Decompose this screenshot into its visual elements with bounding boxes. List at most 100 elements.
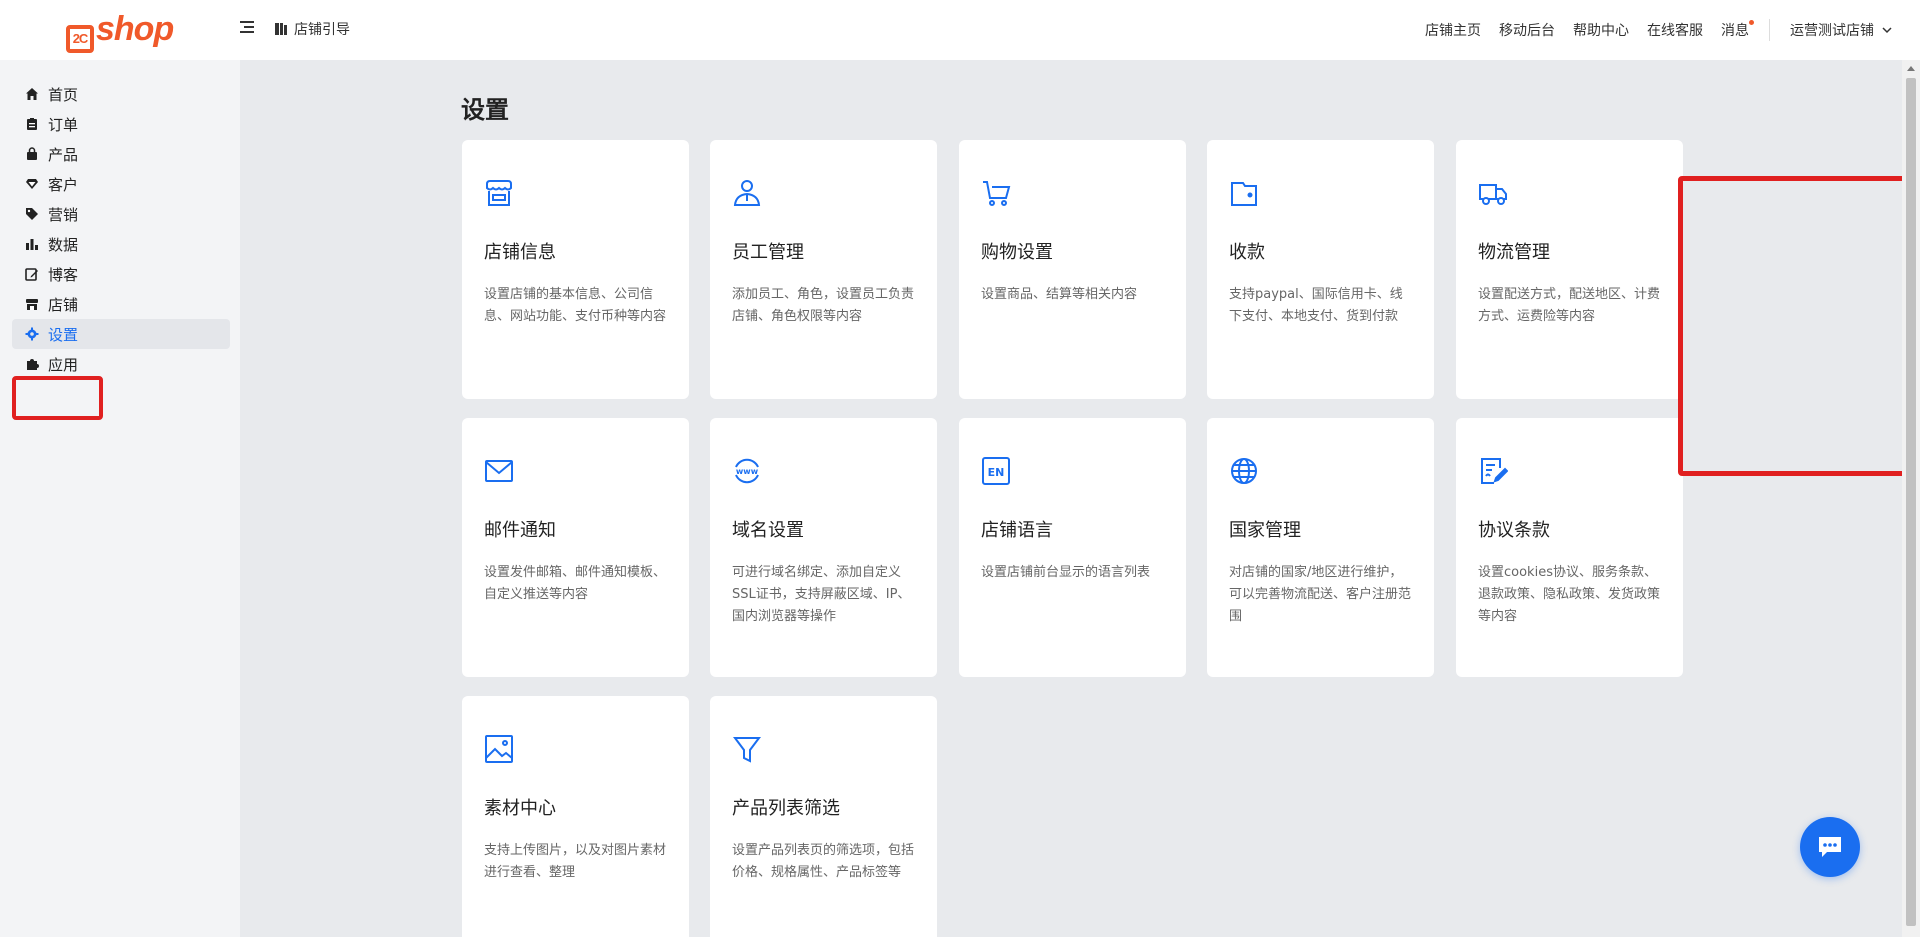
top-nav: 店铺主页 移动后台 帮助中心 在线客服 消息 运营测试店铺: [1407, 19, 1892, 41]
tag-icon: [26, 208, 38, 220]
card-title: 协议条款: [1478, 520, 1550, 541]
card-desc: 对店铺的国家/地区进行维护，可以完善物流配送、客户注册范围: [1229, 565, 1412, 624]
nav-store-home[interactable]: 店铺主页: [1425, 20, 1481, 40]
messages-label: 消息: [1721, 23, 1749, 39]
store-guide-link[interactable]: 店铺引导: [274, 19, 350, 39]
nav-messages[interactable]: 消息: [1721, 20, 1754, 40]
chat-bubble-icon: [1819, 837, 1841, 857]
logo[interactable]: 2C shop: [66, 10, 174, 53]
scrollbar-thumb[interactable]: [1906, 78, 1916, 926]
logo-bag-icon: 2C: [66, 25, 94, 53]
card-desc: 支持上传图片，以及对图片素材进行查看、整理: [484, 843, 667, 880]
language-en-icon: EN: [982, 457, 1010, 485]
card-title: 店铺语言: [981, 520, 1053, 541]
mail-icon: [485, 460, 513, 482]
bar-chart-icon: [26, 239, 38, 250]
logo-text: shop: [96, 10, 174, 48]
card-title: 店铺信息: [484, 242, 556, 263]
card-media[interactable]: 素材中心 支持上传图片，以及对图片素材进行查看、整理: [462, 696, 689, 937]
storefront-icon: [486, 180, 512, 206]
sidebar-item-label: 产品: [48, 145, 79, 164]
card-product-filter[interactable]: 产品列表筛选 设置产品列表页的筛选项，包括价格、规格属性、产品标签等: [710, 696, 937, 937]
cart-icon: [983, 181, 1011, 206]
card-desc: 支持paypal、国际信用卡、线下支付、本地支付、货到付款: [1229, 287, 1403, 324]
highlight-box-logistics: [1678, 176, 1920, 476]
sidebar-item-home[interactable]: 首页: [12, 79, 230, 109]
sidebar-item-apps[interactable]: 应用: [12, 349, 230, 379]
home-icon: [26, 88, 38, 100]
card-desc: 设置配送方式，配送地区、计费方式、运费险等内容: [1478, 287, 1661, 324]
card-title: 物流管理: [1478, 242, 1550, 263]
card-desc: 设置产品列表页的筛选项，包括价格、规格属性、产品标签等: [732, 843, 915, 880]
card-logistics[interactable]: 物流管理 设置配送方式，配送地区、计费方式、运费险等内容: [1456, 140, 1683, 399]
sidebar-item-settings[interactable]: 设置: [12, 319, 230, 349]
sidebar-item-label: 订单: [48, 115, 79, 134]
card-desc: 设置商品、结算等相关内容: [981, 287, 1138, 302]
sidebar-item-customers[interactable]: 客户: [12, 169, 230, 199]
truck-icon: [1479, 184, 1507, 205]
card-title: 收款: [1229, 242, 1265, 263]
sidebar-item-marketing[interactable]: 营销: [12, 199, 230, 229]
filter-icon: [733, 737, 761, 763]
card-title: 国家管理: [1229, 520, 1301, 541]
menu-toggle-icon[interactable]: [240, 21, 254, 35]
wallet-icon: [1231, 182, 1257, 206]
card-desc: 可进行域名绑定、添加自定义SSL证书，支持屏蔽区域、IP、国内浏览器等操作: [732, 565, 911, 624]
gear-icon: [25, 327, 39, 341]
sidebar-item-store[interactable]: 店铺: [12, 289, 230, 319]
staff-icon: [733, 180, 761, 206]
card-title: 购物设置: [981, 242, 1053, 263]
sidebar-item-orders[interactable]: 订单: [12, 109, 230, 139]
guide-label: 店铺引导: [294, 22, 350, 38]
sidebar-item-label: 营销: [48, 205, 79, 224]
guide-book-icon: [275, 23, 287, 35]
card-agreement[interactable]: 协议条款 设置cookies协议、服务条款、退款政策、隐私政策、发货政策等内容: [1456, 418, 1683, 677]
sidebar-item-label: 应用: [48, 355, 79, 374]
card-store-info[interactable]: 店铺信息 设置店铺的基本信息、公司信息、网站功能、支付币种等内容: [462, 140, 689, 399]
puzzle-icon: [27, 359, 39, 370]
bag-icon: [27, 147, 37, 160]
vertical-scrollbar[interactable]: [1902, 60, 1920, 937]
sidebar-item-label: 设置: [48, 325, 79, 344]
card-country[interactable]: 国家管理 对店铺的国家/地区进行维护，可以完善物流配送、客户注册范围: [1207, 418, 1434, 677]
store-switcher[interactable]: 运营测试店铺: [1790, 20, 1892, 40]
card-title: 域名设置: [732, 520, 804, 541]
sidebar: 首页 订单 产品 客户 营销 数据 博客 店铺 设置 应用: [0, 60, 240, 937]
top-header: 2C shop 店铺引导 店铺主页 移动后台 帮助中心 在线客服 消息 运营测试店…: [0, 0, 1920, 60]
card-staff[interactable]: 员工管理 添加员工、角色，设置员工负责店铺、角色权限等内容: [710, 140, 937, 399]
nav-help-center[interactable]: 帮助中心: [1573, 20, 1629, 40]
sidebar-item-products[interactable]: 产品: [12, 139, 230, 169]
svg-text:EN: EN: [988, 466, 1005, 479]
chat-button[interactable]: [1800, 817, 1860, 877]
edit-icon: [25, 268, 38, 281]
sidebar-item-label: 数据: [48, 235, 79, 254]
card-title: 产品列表筛选: [732, 798, 840, 819]
document-sign-icon: [1481, 458, 1509, 484]
nav-mobile-admin[interactable]: 移动后台: [1499, 20, 1555, 40]
card-title: 邮件通知: [484, 520, 556, 541]
www-icon: www: [735, 458, 759, 484]
card-email[interactable]: 邮件通知 设置发件邮箱、邮件通知模板、自定义推送等内容: [462, 418, 689, 677]
card-title: 员工管理: [732, 242, 804, 263]
highlight-box-settings: [12, 376, 103, 420]
card-shopping[interactable]: 购物设置 设置商品、结算等相关内容: [959, 140, 1186, 399]
card-desc: 设置发件邮箱、邮件通知模板、自定义推送等内容: [484, 565, 667, 602]
nav-online-service[interactable]: 在线客服: [1647, 20, 1703, 40]
unread-dot: [1749, 20, 1754, 25]
card-desc: 设置店铺前台显示的语言列表: [981, 565, 1151, 580]
sidebar-item-data[interactable]: 数据: [12, 229, 230, 259]
card-title: 素材中心: [484, 798, 556, 819]
diamond-icon: [26, 179, 38, 189]
card-desc: 添加员工、角色，设置员工负责店铺、角色权限等内容: [732, 287, 915, 324]
card-language[interactable]: EN 店铺语言 设置店铺前台显示的语言列表: [959, 418, 1186, 677]
clipboard-icon: [27, 118, 37, 130]
store-icon: [26, 299, 38, 310]
sidebar-item-label: 博客: [48, 265, 79, 284]
card-payment[interactable]: 收款 支持paypal、国际信用卡、线下支付、本地支付、货到付款: [1207, 140, 1434, 399]
main-content: 设置 店铺信息 设置店铺的基本信息、公司信息、网站功能、支付币种等内容 员工管理…: [240, 60, 1920, 937]
scroll-up-arrow-icon[interactable]: [1907, 66, 1915, 71]
card-domain[interactable]: www 域名设置 可进行域名绑定、添加自定义SSL证书，支持屏蔽区域、IP、国内…: [710, 418, 937, 677]
image-icon: [485, 735, 513, 763]
sidebar-item-blog[interactable]: 博客: [12, 259, 230, 289]
nav-divider: [1769, 19, 1770, 41]
